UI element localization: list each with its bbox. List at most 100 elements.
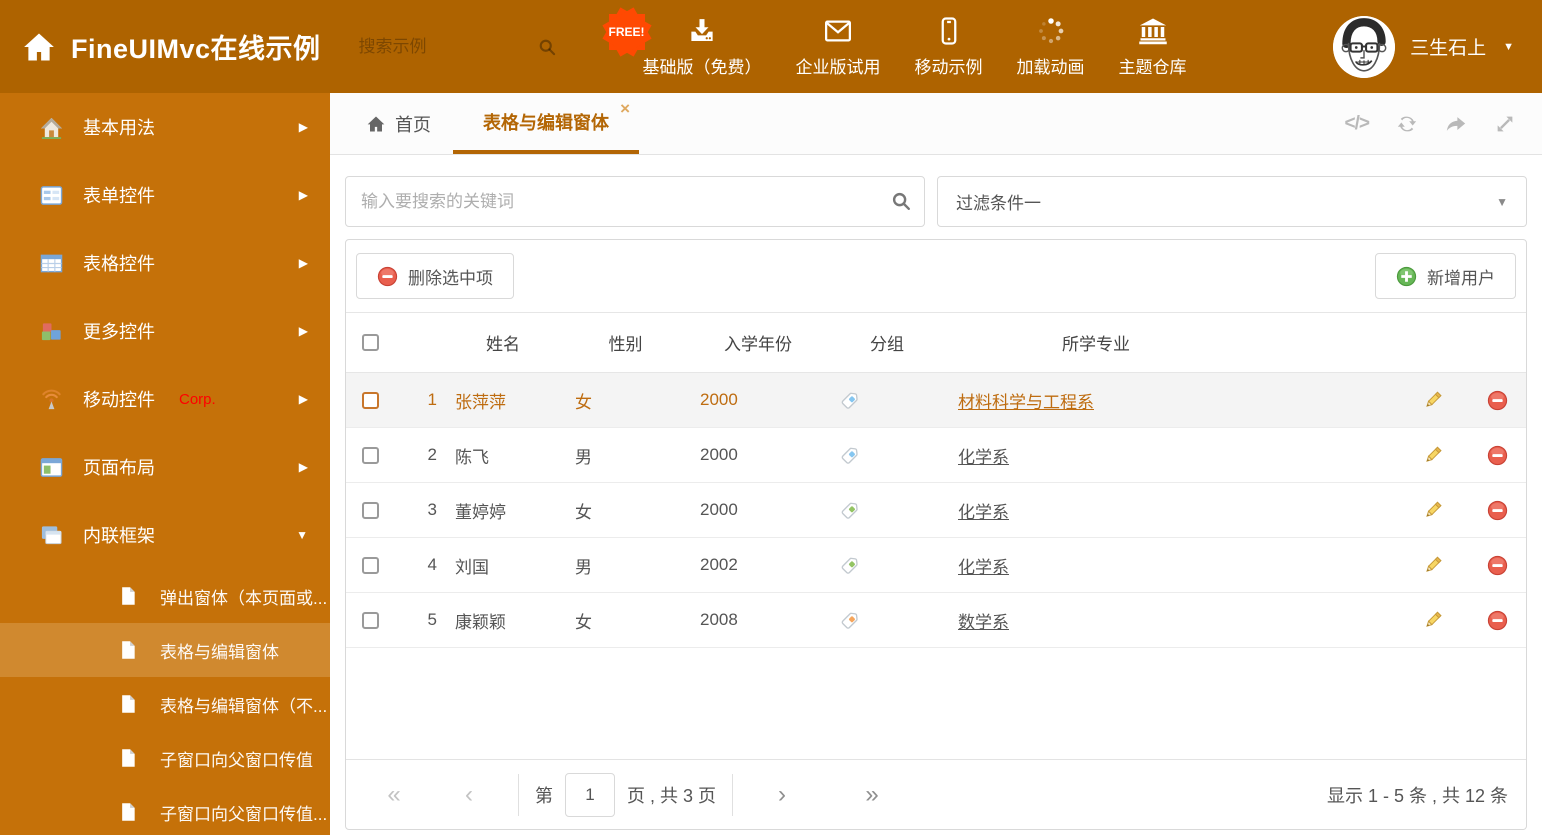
tab-grid-edit-window[interactable]: 表格与编辑窗体 × xyxy=(453,93,639,154)
add-user-button[interactable]: 新增用户 xyxy=(1375,253,1516,299)
sidebar-item[interactable]: 页面布局 ▶ xyxy=(0,433,330,501)
page-icon xyxy=(118,640,138,660)
edit-icon[interactable] xyxy=(1422,390,1443,411)
sidebar-subitem[interactable]: 子窗口向父窗口传值... xyxy=(0,785,330,835)
first-page-button[interactable]: « xyxy=(364,782,424,807)
corp-badge: Corp. xyxy=(179,390,216,408)
source-code-icon[interactable]: </> xyxy=(1345,113,1371,135)
table-row[interactable]: 2 陈飞 男 2000 化学系 xyxy=(346,428,1526,483)
nav-icon xyxy=(823,16,853,46)
cell-year: 2002 xyxy=(700,555,738,574)
tab-home[interactable]: 首页 xyxy=(344,93,453,154)
sidebar-subitem[interactable]: 子窗口向父窗口传值 xyxy=(0,731,330,785)
sidebar-item[interactable]: 表单控件 ▶ xyxy=(0,161,330,229)
header-search-input[interactable] xyxy=(358,36,529,57)
sidebar-subitem-label: 子窗口向父窗口传值 xyxy=(160,750,313,770)
pagination-bar: « ‹ 第 页 , 共 3 页 › » 显示 1 - 5 条 , 共 12 条 xyxy=(346,759,1526,829)
page-number-input[interactable] xyxy=(565,772,615,817)
major-link[interactable]: 化学系 xyxy=(958,448,1009,467)
header-nav-item[interactable]: 加载动画 xyxy=(1000,16,1102,78)
sidebar-item-icon xyxy=(40,524,63,547)
filter-select[interactable]: 过滤条件一 ▼ xyxy=(937,176,1527,227)
tag-icon xyxy=(840,391,859,410)
header-nav-item[interactable]: 移动示例 xyxy=(898,16,1000,78)
edit-icon[interactable] xyxy=(1422,610,1443,631)
edit-icon[interactable] xyxy=(1422,555,1443,576)
chevron-icon: ▶ xyxy=(298,188,308,202)
row-checkbox[interactable] xyxy=(362,391,379,409)
sidebar-item[interactable]: 表格控件 ▶ xyxy=(0,229,330,297)
chevron-down-icon: ▼ xyxy=(1503,40,1514,53)
table-body: 1 张萍萍 女 2000 材料科学与工程系 2 陈飞 男 2000 化学系 3 … xyxy=(346,373,1526,648)
sidebar-item-icon xyxy=(40,320,63,343)
header-nav-item[interactable]: FREE! 基础版（免费） xyxy=(601,6,779,78)
sidebar-item[interactable]: 基本用法 ▶ xyxy=(0,93,330,161)
sidebar-subitem[interactable]: 弹出窗体（本页面或... xyxy=(0,569,330,623)
cell-year: 2000 xyxy=(700,390,738,409)
major-link[interactable]: 化学系 xyxy=(958,558,1009,577)
delete-icon[interactable] xyxy=(1487,610,1508,631)
delete-icon[interactable] xyxy=(1487,445,1508,466)
row-checkbox[interactable] xyxy=(362,501,379,519)
header-nav-item[interactable]: 主题仓库 xyxy=(1102,16,1204,78)
keyword-search-input[interactable] xyxy=(345,176,925,227)
delete-icon[interactable] xyxy=(1487,390,1508,411)
cell-gender: 女 xyxy=(575,502,592,522)
search-icon[interactable] xyxy=(890,190,912,212)
fullscreen-icon[interactable] xyxy=(1494,113,1516,135)
prev-page-button[interactable]: ‹ xyxy=(424,782,514,807)
sidebar-subitem[interactable]: 表格与编辑窗体 xyxy=(0,623,330,677)
open-new-window-icon[interactable] xyxy=(1445,113,1467,135)
main-area: 首页 表格与编辑窗体 × </> 过滤条件一 ▼ xyxy=(330,93,1542,835)
major-link[interactable]: 化学系 xyxy=(958,503,1009,522)
column-header-year[interactable]: 入学年份 xyxy=(688,330,828,355)
search-icon[interactable] xyxy=(537,37,557,57)
table-empty-space xyxy=(346,648,1526,759)
edit-icon[interactable] xyxy=(1422,445,1443,466)
sidebar-subitem[interactable]: 表格与编辑窗体（不... xyxy=(0,677,330,731)
delete-icon[interactable] xyxy=(1487,500,1508,521)
cell-gender: 男 xyxy=(575,557,592,577)
page-label-after: 页 , 共 3 页 xyxy=(627,785,717,806)
page-icon xyxy=(118,748,138,768)
chevron-icon: ▼ xyxy=(296,528,308,542)
column-header-group[interactable]: 分组 xyxy=(828,330,946,355)
sidebar-item[interactable]: 更多控件 ▶ xyxy=(0,297,330,365)
refresh-icon[interactable] xyxy=(1396,113,1418,135)
user-menu[interactable]: 三生石上 ▼ xyxy=(1333,15,1542,78)
table-row[interactable]: 3 董婷婷 女 2000 化学系 xyxy=(346,483,1526,538)
app-logo[interactable]: FineUIMvc在线示例 xyxy=(0,27,321,66)
column-header-name[interactable]: 姓名 xyxy=(443,330,563,355)
cell-name: 刘国 xyxy=(455,557,489,577)
header-nav-item[interactable]: 企业版试用 xyxy=(779,16,898,78)
next-page-button[interactable]: › xyxy=(737,782,827,807)
last-page-button[interactable]: » xyxy=(827,782,917,807)
close-icon[interactable]: × xyxy=(620,100,630,117)
page-icon xyxy=(118,694,138,714)
table-row[interactable]: 4 刘国 男 2002 化学系 xyxy=(346,538,1526,593)
row-checkbox[interactable] xyxy=(362,611,379,629)
edit-icon[interactable] xyxy=(1422,500,1443,521)
column-header-gender[interactable]: 性别 xyxy=(563,330,688,355)
table-row[interactable]: 5 康颖颖 女 2008 数学系 xyxy=(346,593,1526,648)
sidebar-item[interactable]: 移动控件 Corp. ▶ xyxy=(0,365,330,433)
select-all-checkbox[interactable] xyxy=(362,334,379,351)
chevron-icon: ▶ xyxy=(298,460,308,474)
row-index: 2 xyxy=(427,445,437,464)
major-link[interactable]: 数学系 xyxy=(958,613,1009,632)
user-name: 三生石上 xyxy=(1410,38,1487,59)
cell-gender: 女 xyxy=(575,392,592,412)
row-checkbox[interactable] xyxy=(362,446,379,464)
delete-icon[interactable] xyxy=(1487,555,1508,576)
record-count-summary: 显示 1 - 5 条 , 共 12 条 xyxy=(1326,785,1508,806)
filter-row: 过滤条件一 ▼ xyxy=(345,176,1527,227)
column-header-major[interactable]: 所学专业 xyxy=(946,330,1246,355)
sidebar-item[interactable]: 内联框架 ▼ xyxy=(0,501,330,569)
table-row[interactable]: 1 张萍萍 女 2000 材料科学与工程系 xyxy=(346,373,1526,428)
row-checkbox[interactable] xyxy=(362,556,379,574)
delete-selected-button[interactable]: 删除选中项 xyxy=(356,253,514,299)
major-link[interactable]: 材料科学与工程系 xyxy=(958,393,1094,412)
sidebar-item-label: 更多控件 xyxy=(83,322,155,342)
page-label-before: 第 xyxy=(535,785,553,806)
sidebar-item-label: 内联框架 xyxy=(83,526,155,546)
